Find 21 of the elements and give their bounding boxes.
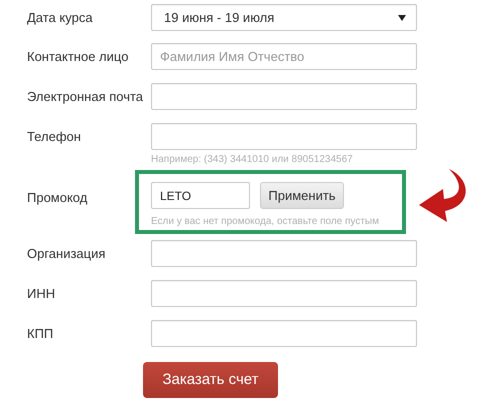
- field-label: КПП: [26, 324, 54, 343]
- field-label: Контактное лицо: [26, 48, 130, 66]
- field-label: Телефон: [26, 128, 82, 146]
- caret-icon: [398, 14, 406, 20]
- field-label: ИНН: [26, 284, 56, 303]
- field-label: Дата курса: [26, 8, 94, 27]
- text-field[interactable]: [151, 83, 417, 110]
- field-label: Организация: [26, 244, 106, 263]
- apply-button[interactable]: Применить: [260, 182, 344, 209]
- hint-text: Если у вас нет промокода, оставьте поле пустым: [151, 216, 379, 228]
- date-select[interactable]: 19 июня - 19 июля: [151, 4, 417, 31]
- text-field[interactable]: Фамилия Имя Отчество: [151, 43, 417, 70]
- field-label: Промокод: [26, 189, 88, 207]
- order-button[interactable]: Заказать счет: [143, 362, 278, 398]
- promo-field[interactable]: LETO: [151, 182, 250, 209]
- text-field[interactable]: [151, 280, 417, 307]
- text-field[interactable]: [151, 320, 417, 347]
- field-label: Электронная почта: [26, 88, 144, 106]
- hint-text: Например: (343) 3441010 или 89051234567: [151, 154, 354, 166]
- text-field[interactable]: [151, 240, 417, 267]
- text-field[interactable]: [151, 123, 417, 150]
